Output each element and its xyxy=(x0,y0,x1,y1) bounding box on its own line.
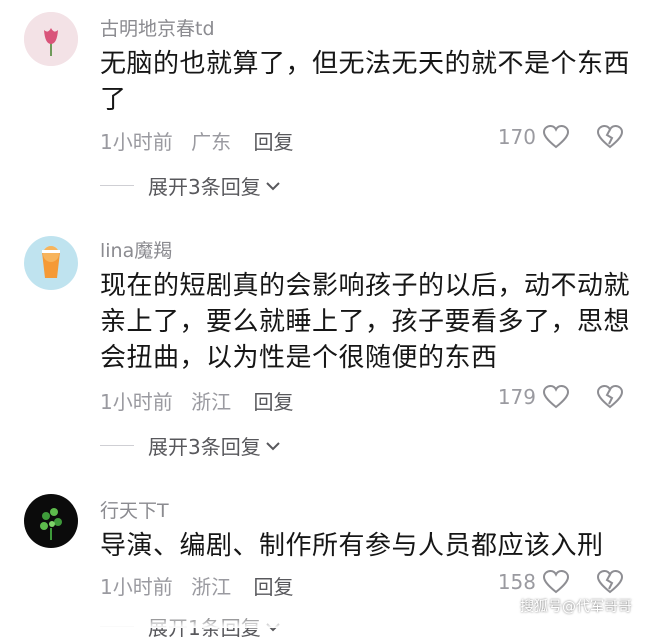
expand-replies-label: 展开3条回复 xyxy=(148,175,261,199)
comment-time: 1小时前 xyxy=(100,130,173,154)
bottom-fade xyxy=(0,614,650,628)
heart-icon xyxy=(542,569,570,594)
dislike-button[interactable] xyxy=(596,384,624,414)
comment-time: 1小时前 xyxy=(100,390,173,414)
comment-time: 1小时前 xyxy=(100,575,173,599)
username[interactable]: 古明地京春td xyxy=(100,14,215,41)
broken-heart-icon xyxy=(596,124,624,149)
comment-text: 导演、编剧、制作所有参与人员都应该入刑 xyxy=(100,531,604,561)
expand-replies[interactable]: 展开3条回复 xyxy=(100,431,281,460)
reply-button[interactable]: 回复 xyxy=(253,575,293,599)
comment-text: 现在的短剧真的会影响孩子的以后，动不动就亲上了，要么就睡上了，孩子要看多了，思想… xyxy=(100,271,631,373)
like-count: 170 xyxy=(497,125,536,149)
avatar[interactable] xyxy=(24,236,78,290)
dislike-button[interactable] xyxy=(596,124,624,154)
divider xyxy=(100,445,134,446)
broken-heart-icon xyxy=(596,569,624,594)
comment-location: 浙江 xyxy=(191,575,232,599)
expand-replies-label: 展开3条回复 xyxy=(148,435,261,459)
like-button[interactable]: 170 xyxy=(498,124,570,150)
watermark: 搜狐号@代军哥哥 xyxy=(520,599,632,615)
divider xyxy=(100,185,134,186)
dislike-button[interactable] xyxy=(596,569,624,599)
like-count: 158 xyxy=(497,570,536,594)
username[interactable]: lina魔羯 xyxy=(100,236,172,263)
reply-button[interactable]: 回复 xyxy=(253,390,293,414)
tulip-icon xyxy=(24,12,78,66)
comment-meta: 1小时前 浙江 回复 xyxy=(100,386,305,415)
heart-icon xyxy=(542,384,570,409)
heart-icon xyxy=(542,124,570,149)
comment-meta: 1小时前 广东 回复 xyxy=(100,126,305,155)
like-button[interactable]: 179 xyxy=(498,384,570,410)
comment-location: 广东 xyxy=(191,130,232,154)
reply-button[interactable]: 回复 xyxy=(253,130,293,154)
avatar[interactable] xyxy=(24,12,78,66)
comment-text: 无脑的也就算了，但无法无天的就不是个东西了 xyxy=(100,49,631,115)
username[interactable]: 行天下T xyxy=(100,496,169,523)
plant-icon xyxy=(24,494,78,548)
drink-icon xyxy=(24,236,78,290)
like-count: 179 xyxy=(497,385,536,409)
chevron-down-icon xyxy=(266,441,280,450)
expand-replies[interactable]: 展开3条回复 xyxy=(100,171,281,200)
broken-heart-icon xyxy=(596,384,624,409)
comment-location: 浙江 xyxy=(191,390,232,414)
avatar[interactable] xyxy=(24,494,78,548)
comment-meta: 1小时前 浙江 回复 xyxy=(100,571,305,600)
like-button[interactable]: 158 xyxy=(498,569,570,595)
chevron-down-icon xyxy=(266,181,280,190)
